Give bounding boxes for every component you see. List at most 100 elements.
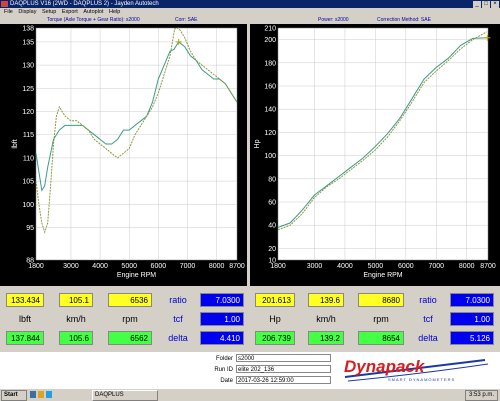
folder-field[interactable]: s2000 [236,354,331,362]
torque-xtick-label: 8700 [229,263,245,270]
unit-label-rpm: rpm [122,314,138,324]
delta-value-right: 5.126 [450,331,494,345]
runid-field[interactable]: elite 202_136 [236,365,331,373]
ratio-value-right: 7.0300 [450,293,494,307]
app-icon [1,1,8,7]
maximize-button[interactable]: □ [482,1,490,8]
rpm-peak-readout-right: 8654 [358,331,404,345]
ratio-label-right: ratio [419,295,437,305]
torque-ytick-label: 130 [22,63,34,70]
power-xaxis-label: Engine RPM [363,272,402,279]
power-ytick-label: 160 [264,84,276,91]
power-ytick-label: 120 [264,130,276,137]
power-xtick-label: 7000 [428,263,444,270]
torque-ytick-label: 138 [22,26,34,33]
menu-setup[interactable]: Setup [42,8,56,17]
speed-readout: 105.1 [59,293,93,307]
speed-peak-readout-right: 139.2 [308,331,344,345]
quicklaunch-desktop-icon[interactable] [30,391,36,398]
torque-xtick-label: 3000 [63,263,79,270]
date-label: Date [220,378,233,384]
quicklaunch-folder-icon[interactable] [38,391,44,398]
delta-value: 4.410 [200,331,244,345]
torque-xtick-label: 7000 [180,263,196,270]
menu-file[interactable]: File [4,8,13,17]
torque-readout: 133.434 [6,293,44,307]
torque-xtick-label: 6000 [151,263,167,270]
delta-label: delta [168,333,188,343]
rpm-readout: 6536 [108,293,152,307]
taskbar-app-daqplus[interactable]: DAQPLUS [92,390,158,401]
power-xtick-label: 3000 [307,263,323,270]
unit-label-lbft: lbft [18,314,31,324]
power-readout: 201.613 [255,293,295,307]
close-button[interactable]: × [491,1,499,8]
delta-label-right: delta [418,333,438,343]
window-title: DAQPLUS V16 (2WD - DAQPLUS 2) - Jayden A… [10,1,159,7]
tcf-value: 1.00 [200,312,244,326]
torque-ytick-label: 88 [26,258,34,265]
start-button[interactable]: Start [1,390,27,401]
torque-ytick-label: 105 [22,179,34,186]
unit-label-kmh-right: km/h [316,314,336,324]
unit-label-hp: Hp [269,314,281,324]
torque-xtick-label: 5000 [121,263,137,270]
date-row: Date 2017-03-26 12:59:00 [200,376,331,386]
power-xtick-label: 8000 [459,263,475,270]
torque-chart[interactable]: 1800 3000 4000 5000 6000 7000 8000 870088951001… [0,24,247,286]
system-clock: 3:53 p.m. [464,390,498,401]
torque-ytick-label: 120 [22,109,34,116]
menu-display[interactable]: Display [18,8,36,17]
power-xtick-label: 8700 [480,263,496,270]
folder-label: Folder [215,356,233,362]
rpm-peak-readout: 6562 [108,331,152,345]
power-xtick-label: 6000 [398,263,414,270]
power-ytick-label: 180 [264,60,276,67]
taskbar: Start DAQPLUS 3:53 p.m. [0,388,500,401]
title-bar: DAQPLUS V16 (2WD - DAQPLUS 2) - Jayden A… [0,0,500,8]
power-chart-header: Power: s2000 Correction Method: SAE [250,17,500,24]
torque-ytick-label: 135 [22,39,34,46]
tcf-label-right: tcf [423,314,433,324]
date-field[interactable]: 2017-03-26 12:59:00 [236,376,331,384]
power-xtick-label: 4000 [337,263,353,270]
speed-peak-readout: 105.6 [59,331,93,345]
torque-yaxis-label: lbft [12,139,19,148]
torque-corr-label: Corr: SAE [175,17,198,23]
unit-label-kmh: km/h [66,314,86,324]
logo-subtitle: SMART DYNAMOMETERS [388,377,456,382]
menu-autoplot[interactable]: Autoplot [83,8,103,17]
power-chart-title: Power: s2000 [318,17,349,23]
menu-help[interactable]: Help [109,8,120,17]
torque-chart-title: Torque (Axle Torque + Gear Ratio): s2000 [47,17,140,23]
power-ytick-label: 100 [264,153,276,160]
power-yaxis-label: Hp [254,139,261,148]
speed-readout-right: 139.6 [308,293,344,307]
logo-text: Dynapack [344,357,425,376]
power-ytick-label: 210 [264,26,276,33]
menu-bar: File Display Setup Export Autoplot Help [0,8,500,17]
menu-export[interactable]: Export [62,8,78,17]
folder-row: Folder s2000 [200,354,331,364]
power-chart[interactable]: 1800 3000 4000 5000 6000 7000 8000 870010204060… [250,24,500,286]
power-ytick-label: 140 [264,107,276,114]
tcf-value-right: 1.00 [450,312,494,326]
torque-ytick-label: 110 [23,155,34,162]
torque-ytick-label: 95 [26,225,34,232]
torque-chart-header: Torque (Axle Torque + Gear Ratio): s2000… [0,17,247,24]
runid-row: Run ID elite 202_136 [200,365,331,375]
quicklaunch-browser-icon[interactable] [46,391,52,398]
torque-ytick-label: 115 [23,132,34,139]
power-xtick-label: 5000 [368,263,384,270]
torque-plot-area [35,27,238,261]
power-peak-readout: 206.739 [255,331,295,345]
power-corr-label: Correction Method: SAE [377,17,431,23]
minimize-button[interactable]: _ [473,1,481,8]
ratio-label: ratio [169,295,187,305]
power-ytick-label: 20 [268,246,276,253]
torque-xtick-label: 8000 [209,263,225,270]
torque-peak-readout: 137.844 [6,331,44,345]
power-ytick-label: 200 [264,37,276,44]
runid-label: Run ID [214,367,233,373]
power-ytick-label: 10 [268,258,276,265]
